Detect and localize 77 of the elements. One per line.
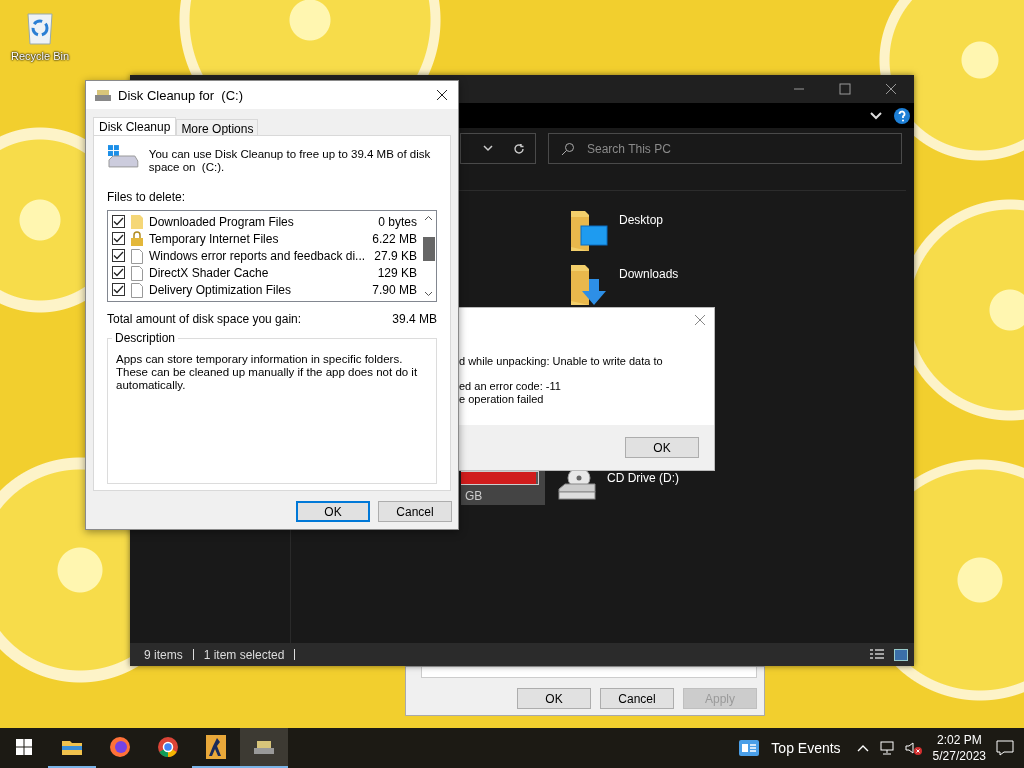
- search-field[interactable]: Search This PC: [548, 133, 902, 164]
- checkbox[interactable]: [112, 215, 125, 228]
- firefox-icon: [109, 736, 131, 758]
- chrome-icon: [157, 736, 179, 758]
- windows-logo-icon: [16, 739, 32, 755]
- drive-label[interactable]: CD Drive (D:): [607, 471, 679, 485]
- volume-muted-icon[interactable]: [904, 741, 923, 755]
- status-text: 1 item selected: [203, 647, 285, 662]
- drive-icon: [107, 144, 139, 170]
- game-icon: [206, 735, 226, 759]
- clock-time[interactable]: 2:02 PM: [936, 732, 982, 748]
- file-icon: [130, 264, 144, 281]
- chevron-down-icon[interactable]: [483, 145, 493, 152]
- file-size: 6.22 MB: [372, 231, 417, 246]
- file-size: 0 bytes: [378, 214, 417, 229]
- maximize-icon[interactable]: [839, 83, 851, 95]
- disk-cleanup-icon: [94, 88, 112, 102]
- chevron-up-icon[interactable]: [856, 744, 869, 752]
- tab[interactable]: More Options: [176, 119, 259, 135]
- dialog-button[interactable]: Cancel: [600, 688, 674, 709]
- news-widget[interactable]: Top Events: [739, 740, 841, 756]
- scrollbar-thumb[interactable]: [422, 237, 435, 261]
- ok-button[interactable]: OK: [625, 437, 699, 458]
- description-text: Apps can store temporary information in specific folders. These can be cleaned up manually if the app does not do it automatically.: [116, 353, 419, 392]
- dialog-button[interactable]: OK: [296, 501, 370, 522]
- checkbox[interactable]: [112, 232, 125, 245]
- total-label: Total amount of disk space you gain:: [107, 312, 302, 326]
- folder-label[interactable]: Downloads: [619, 267, 679, 281]
- notification-icon[interactable]: [996, 740, 1014, 756]
- file-size: 27.9 KB: [374, 248, 417, 263]
- file-category-name[interactable]: DirectX Shader Cache: [149, 265, 373, 280]
- large-icons-view-icon[interactable]: [894, 648, 908, 661]
- clock-date[interactable]: 5/27/2023: [932, 748, 986, 764]
- lock-icon: [130, 230, 144, 247]
- file-category-name[interactable]: Temporary Internet Files: [149, 231, 368, 246]
- file-size: 7.90 MB: [372, 282, 417, 297]
- folder-label[interactable]: Desktop: [619, 213, 664, 227]
- scroll-up-icon[interactable]: [424, 215, 433, 221]
- disk-cleanup-icon: [253, 739, 275, 755]
- drive-size-text: GB: [464, 489, 484, 503]
- help-icon[interactable]: [894, 107, 910, 124]
- disk-cleanup-taskbar-button[interactable]: [240, 728, 288, 768]
- checkbox[interactable]: [112, 266, 125, 279]
- folder-icon: [130, 213, 144, 230]
- error-message-line: e operation failed: [459, 393, 545, 406]
- folder-icon: [61, 738, 83, 756]
- dialog-button[interactable]: OK: [517, 688, 591, 709]
- network-icon[interactable]: [878, 741, 895, 755]
- search-icon: [561, 141, 575, 156]
- close-icon[interactable]: [436, 89, 448, 101]
- files-to-delete-label: Files to delete:: [107, 190, 187, 204]
- scroll-down-icon[interactable]: [424, 291, 433, 297]
- total-value: 39.4 MB: [392, 312, 437, 326]
- error-message-line: d while unpacking: Unable to write data to: [459, 355, 664, 368]
- file-size: 129 KB: [377, 265, 417, 280]
- address-bar[interactable]: [460, 133, 536, 164]
- refresh-icon[interactable]: [513, 142, 525, 155]
- file-category-name[interactable]: Windows error reports and feedback di...: [149, 248, 370, 263]
- widget-label: Top Events: [771, 740, 841, 756]
- file-category-name[interactable]: Delivery Optimization Files: [149, 282, 368, 297]
- window-title: Disk Cleanup for (C:): [118, 87, 244, 103]
- details-view-icon[interactable]: [870, 648, 884, 661]
- tab[interactable]: Disk Cleanup: [93, 117, 177, 135]
- file-icon: [130, 281, 144, 298]
- info-message: You can use Disk Cleanup to free up to 39.4 MB of disk space on (C:).: [148, 147, 432, 174]
- close-icon[interactable]: [885, 83, 897, 95]
- chevron-down-icon[interactable]: [870, 111, 882, 120]
- file-category-name[interactable]: Downloaded Program Files: [149, 214, 374, 229]
- group-title: Description: [112, 331, 179, 345]
- search-input[interactable]: Search This PC: [585, 140, 901, 157]
- checkbox[interactable]: [112, 249, 125, 262]
- dialog-button[interactable]: Cancel: [378, 501, 452, 522]
- status-text: 9 items: [144, 647, 183, 662]
- news-icon: [739, 740, 760, 756]
- checkbox[interactable]: [112, 283, 125, 296]
- file-icon: [130, 247, 144, 264]
- error-message-line: ed an error code: -11: [459, 380, 562, 393]
